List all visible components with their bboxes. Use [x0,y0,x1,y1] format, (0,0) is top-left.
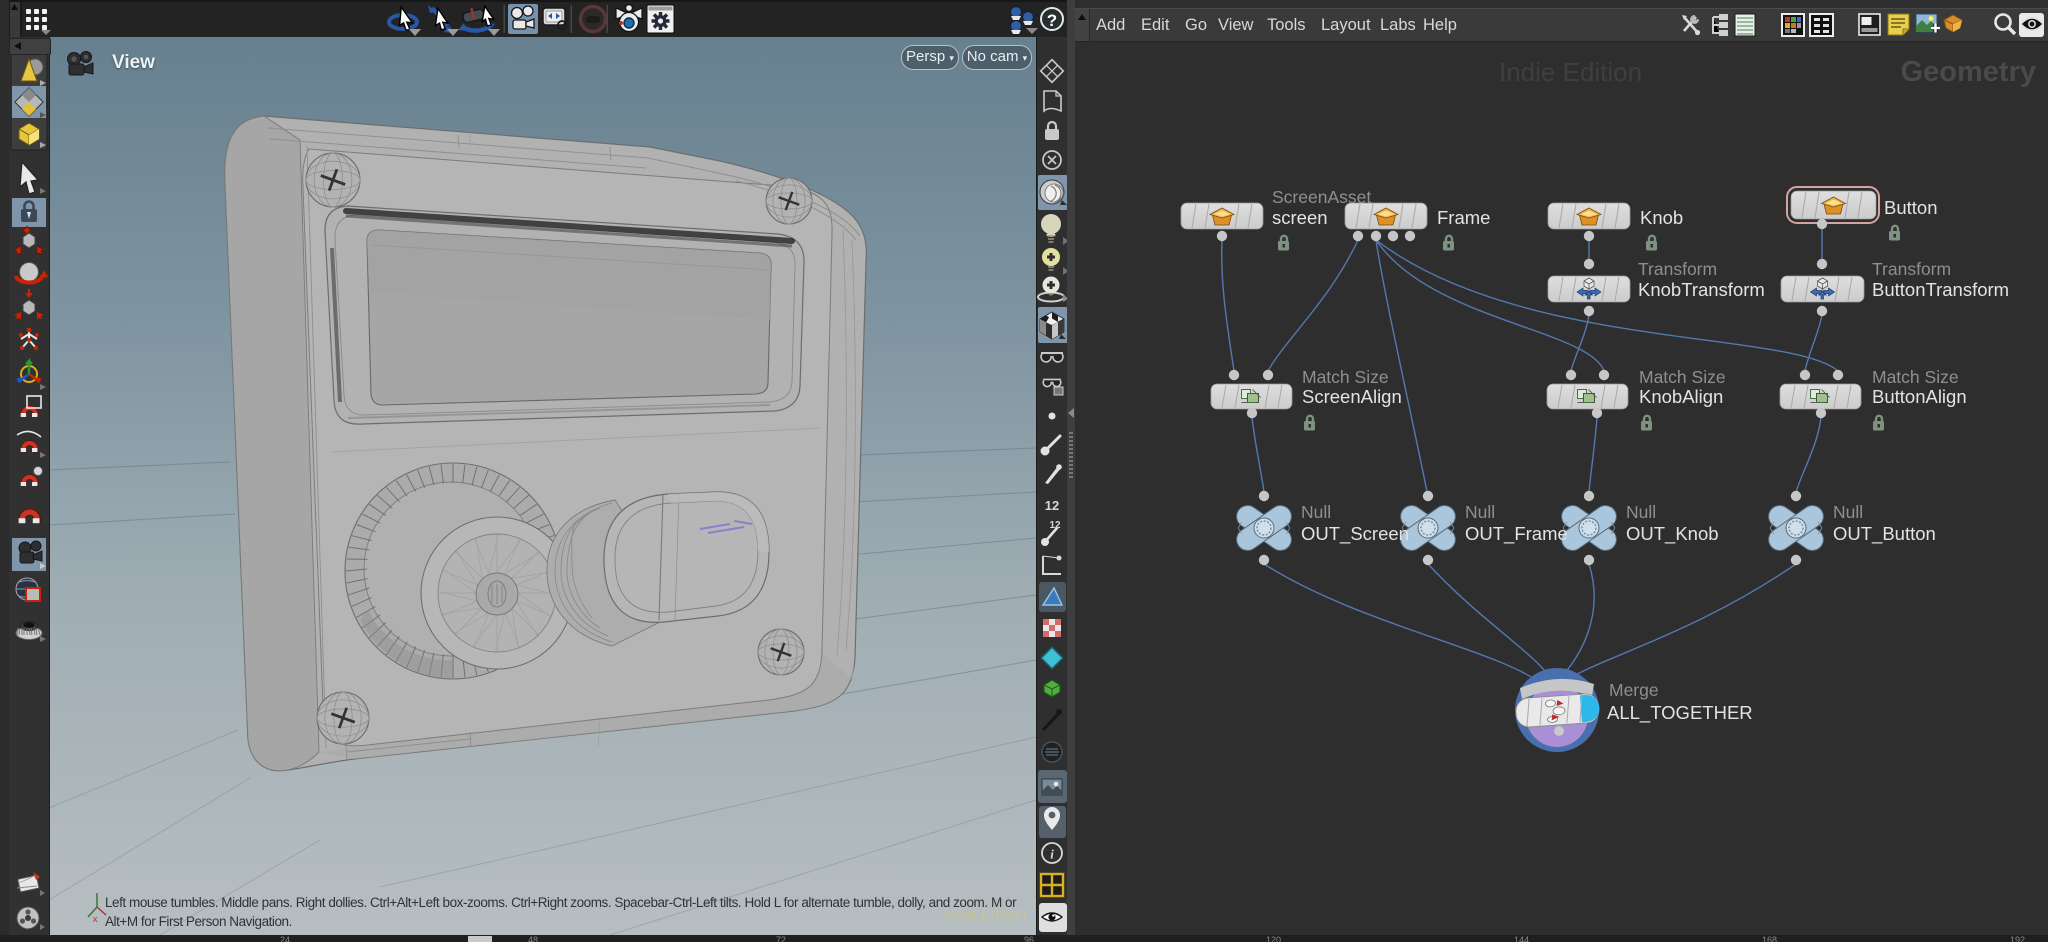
svg-text:Knob: Knob [1640,207,1683,228]
svg-text:Match Size: Match Size [1302,367,1389,387]
svg-text:ButtonAlign: ButtonAlign [1872,386,1967,407]
svg-text:OUT_Button: OUT_Button [1833,523,1936,545]
svg-text:?: ? [1047,11,1057,30]
svg-text:x: x [93,914,98,923]
svg-text:ScreenAsset: ScreenAsset [1272,187,1371,207]
svg-text:Match Size: Match Size [1872,367,1959,387]
svg-text:ALL_TOGETHER: ALL_TOGETHER [1607,702,1753,724]
svg-text:Transform: Transform [1872,259,1951,279]
svg-text:OUT_Frame: OUT_Frame [1465,523,1568,545]
svg-text:Null: Null [1465,502,1495,522]
svg-text:Match Size: Match Size [1639,367,1726,387]
svg-text:Null: Null [1833,502,1863,522]
svg-text:ScreenAlign: ScreenAlign [1302,386,1402,407]
svg-text:12: 12 [1045,498,1059,513]
svg-text:Null: Null [1301,502,1331,522]
svg-text:KnobAlign: KnobAlign [1639,386,1723,407]
svg-text:Frame: Frame [1437,207,1490,228]
svg-text:Button: Button [1884,197,1938,218]
svg-text:12: 12 [1049,520,1061,531]
svg-text:OUT_Screen: OUT_Screen [1301,523,1409,545]
svg-text:Transform: Transform [1638,259,1717,279]
svg-text:Merge: Merge [1609,680,1659,700]
svg-text:ButtonTransform: ButtonTransform [1872,279,2009,300]
svg-text:Null: Null [1626,502,1656,522]
svg-text:OUT_Knob: OUT_Knob [1626,523,1719,545]
svg-text:screen: screen [1272,207,1328,228]
svg-text:KnobTransform: KnobTransform [1638,279,1765,300]
svg-text:i: i [1050,847,1054,862]
